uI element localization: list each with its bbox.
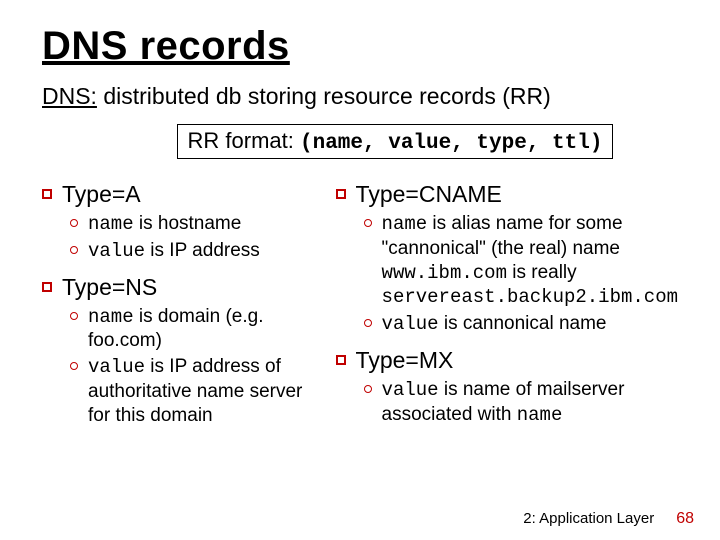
subtitle-underlined: DNS: [42, 83, 97, 109]
type-cname-heading: Type=CNAME [336, 181, 678, 208]
type-mx-line-1: value is name of mailserver associated w… [364, 378, 678, 428]
type-ns-line-1: name is domain (e.g. foo.com) [70, 305, 326, 354]
code-name: name [517, 404, 563, 426]
square-bullet-icon [336, 189, 346, 199]
circle-bullet-icon [70, 246, 78, 254]
circle-bullet-icon [364, 219, 372, 227]
type-cname-line-2: value is cannonical name [364, 312, 678, 337]
rr-format-row: RR format: (name, value, type, ttl) [112, 124, 678, 159]
type-mx-heading-text: Type=MX [356, 347, 454, 374]
code-value: value [382, 313, 439, 335]
rr-format-label: RR format: [188, 128, 300, 153]
type-cname-heading-text: Type=CNAME [356, 181, 502, 208]
type-a-heading: Type=A [42, 181, 326, 208]
code-value: value [88, 356, 145, 378]
type-ns-line-2-text: value is IP address of authoritative nam… [88, 355, 326, 427]
code-name: name [88, 213, 134, 235]
type-a-line-1: name is hostname [70, 212, 326, 237]
type-mx-line-1-text: value is name of mailserver associated w… [382, 378, 678, 428]
left-column: Type=A name is hostname value is IP addr… [42, 179, 326, 429]
code-name: name [382, 213, 428, 235]
type-a-line-1-text: name is hostname [88, 212, 241, 237]
rr-format-box: RR format: (name, value, type, ttl) [177, 124, 614, 159]
code-value: value [88, 240, 145, 262]
type-ns-line-2: value is IP address of authoritative nam… [70, 355, 326, 427]
type-ns-heading-text: Type=NS [62, 274, 157, 301]
type-cname-line-1: name is alias name for some "cannonical"… [364, 212, 678, 310]
type-ns-heading: Type=NS [42, 274, 326, 301]
footer: 2: Application Layer 68 [523, 510, 694, 528]
circle-bullet-icon [70, 219, 78, 227]
code-host-1: www.ibm.com [382, 262, 507, 284]
square-bullet-icon [336, 355, 346, 365]
slide-title: DNS records [42, 24, 678, 69]
circle-bullet-icon [364, 319, 372, 327]
content-columns: Type=A name is hostname value is IP addr… [42, 179, 678, 429]
code-value: value [382, 379, 439, 401]
footer-page-number: 68 [676, 510, 694, 528]
type-a-heading-text: Type=A [62, 181, 141, 208]
slide: DNS records DNS: distributed db storing … [0, 0, 720, 540]
square-bullet-icon [42, 189, 52, 199]
circle-bullet-icon [70, 312, 78, 320]
type-a-line-2: value is IP address [70, 239, 326, 264]
rr-format-tuple: (name, value, type, ttl) [300, 132, 602, 155]
circle-bullet-icon [70, 362, 78, 370]
type-mx-heading: Type=MX [336, 347, 678, 374]
code-host-2: servereast.backup2.ibm.com [382, 286, 678, 308]
right-column: Type=CNAME name is alias name for some "… [336, 179, 678, 429]
type-cname-line-2-text: value is cannonical name [382, 312, 607, 337]
type-cname-line-1-text: name is alias name for some "cannonical"… [382, 212, 678, 310]
circle-bullet-icon [364, 385, 372, 393]
footer-chapter: 2: Application Layer [523, 510, 654, 527]
type-ns-line-1-text: name is domain (e.g. foo.com) [88, 305, 326, 354]
code-name: name [88, 306, 134, 328]
subtitle-rest: distributed db storing resource records … [97, 83, 551, 109]
type-a-line-2-text: value is IP address [88, 239, 260, 264]
square-bullet-icon [42, 282, 52, 292]
slide-subtitle: DNS: distributed db storing resource rec… [42, 83, 678, 110]
